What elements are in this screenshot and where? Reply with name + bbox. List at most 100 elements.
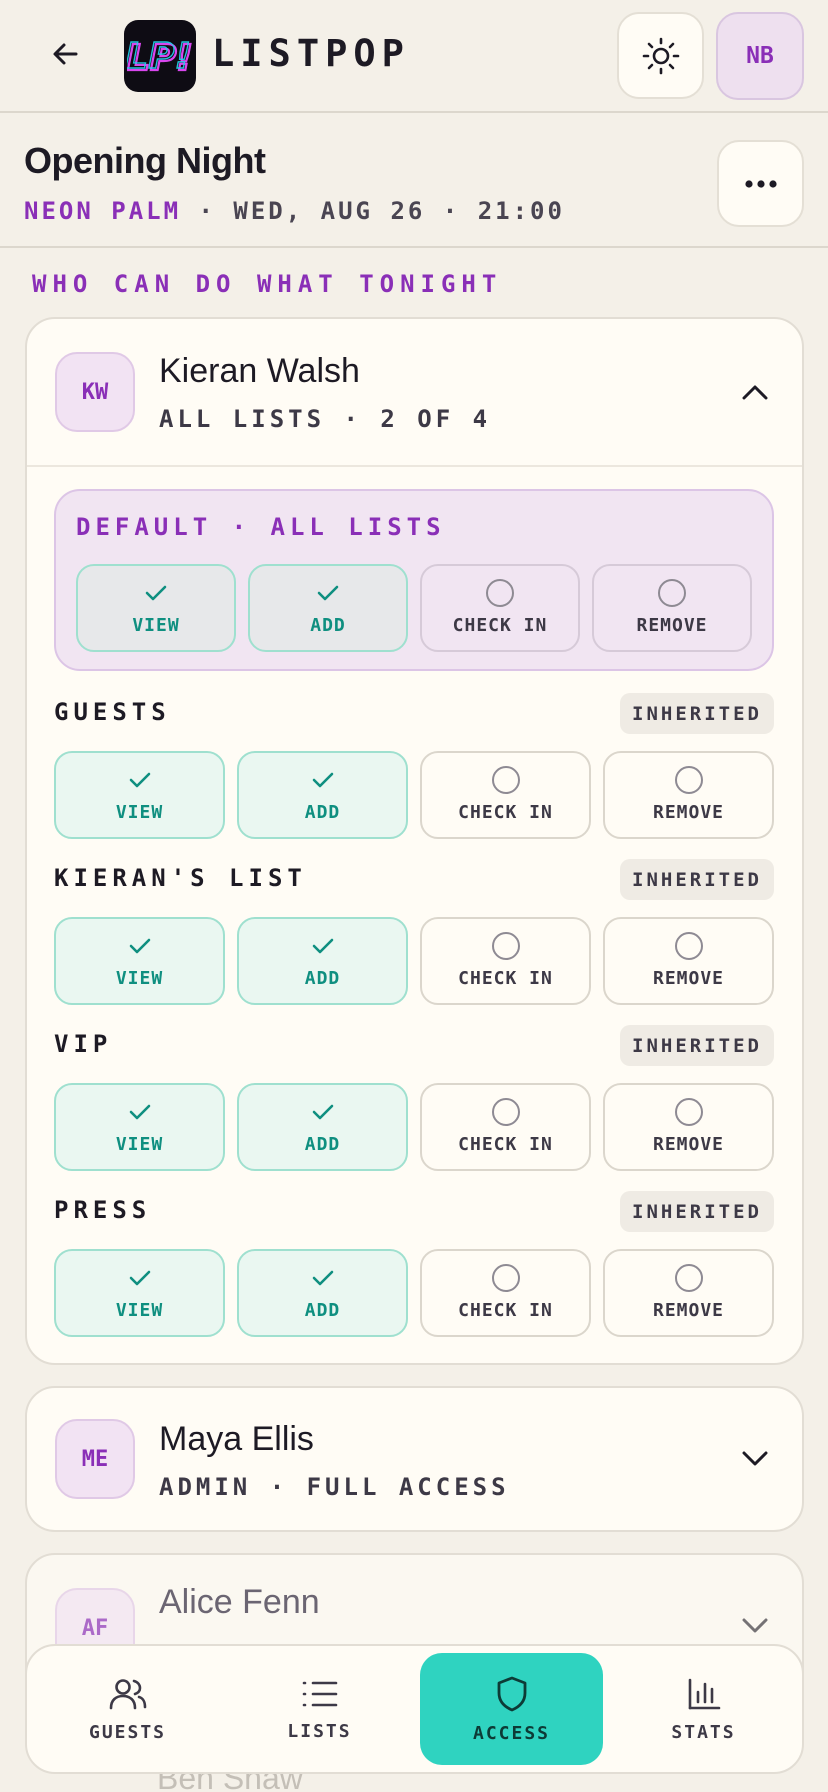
perm-toggle-add[interactable]: ADD [237, 1249, 408, 1337]
event-title: Opening Night [24, 140, 266, 181]
perm-toggle-remove[interactable]: REMOVE [603, 1249, 774, 1337]
perm-toggle-view[interactable]: VIEW [54, 1083, 225, 1171]
perm-toggle-view[interactable]: VIEW [76, 564, 236, 652]
perm-label: CHECK IN [458, 1134, 553, 1155]
perm-label: VIEW [115, 802, 164, 823]
users-icon [109, 1678, 146, 1709]
perm-label: VIEW [115, 1134, 164, 1155]
nav-stats[interactable]: STATS [612, 1653, 795, 1765]
shield-icon [497, 1676, 526, 1711]
check-icon [309, 932, 337, 960]
check-icon [126, 932, 154, 960]
perm-toggle-add[interactable]: ADD [248, 564, 408, 652]
back-button[interactable] [44, 32, 88, 76]
default-perm-row: VIEW ADD CHECK IN REMOVE [76, 564, 752, 652]
empty-circle-icon [491, 1264, 520, 1292]
perm-toggle-check-in[interactable]: CHECK IN [420, 751, 591, 839]
more-horizontal-icon [744, 179, 777, 188]
list-icon [302, 1681, 337, 1706]
status-badge: INHERITED [620, 1191, 774, 1232]
nav-access[interactable]: ACCESS [420, 1653, 603, 1765]
perm-label: ADD [304, 1300, 341, 1321]
check-icon [314, 579, 342, 607]
perm-row-kierans-list: VIEW ADD CHECK IN REMOVE [54, 917, 774, 1005]
bottom-nav: GUESTS LISTS ACCESS STATS [25, 1644, 804, 1774]
section-heading: WHO CAN DO WHAT TONIGHT [32, 270, 503, 298]
list-label-kierans-list: KIERAN'S LIST [54, 864, 307, 892]
nav-guests[interactable]: GUESTS [36, 1653, 219, 1765]
perm-row-guests: VIEW ADD CHECK IN REMOVE [54, 751, 774, 839]
perm-toggle-check-in[interactable]: CHECK IN [420, 1249, 591, 1337]
perm-toggle-check-in[interactable]: CHECK IN [420, 917, 591, 1005]
perm-toggle-view[interactable]: VIEW [54, 1249, 225, 1337]
perm-label: REMOVE [652, 1134, 725, 1155]
bar-chart-icon [688, 1678, 720, 1709]
top-bar: LP! LP! LISTPOP NB [0, 0, 828, 113]
member-subtitle: ALL LISTS · 2 OF 4 [159, 405, 492, 433]
perm-toggle-check-in[interactable]: CHECK IN [420, 1083, 591, 1171]
perm-row-press: VIEW ADD CHECK IN REMOVE [54, 1249, 774, 1337]
member-card-header[interactable]: ME Maya Ellis ADMIN · FULL ACCESS [27, 1388, 802, 1534]
perm-label: CHECK IN [458, 802, 553, 823]
empty-circle-icon [674, 766, 703, 794]
chevron-up-icon [742, 385, 768, 400]
avatar: ME [55, 1419, 135, 1499]
list-label-press: PRESS [54, 1196, 152, 1224]
theme-toggle-button[interactable] [617, 12, 704, 99]
perm-label: VIEW [132, 615, 180, 636]
status-badge: INHERITED [620, 859, 774, 900]
perm-toggle-add[interactable]: ADD [237, 751, 408, 839]
empty-circle-icon [658, 579, 686, 607]
perm-label: VIEW [115, 968, 164, 989]
nav-label: LISTS [287, 1720, 352, 1742]
member-subtitle: ADMIN · FULL ACCESS [159, 1473, 510, 1501]
arrow-left-icon [53, 43, 78, 65]
empty-circle-icon [674, 1264, 703, 1292]
check-icon [126, 1098, 154, 1126]
chevron-down-icon [742, 1451, 768, 1466]
perm-row-vip: VIEW ADD CHECK IN REMOVE [54, 1083, 774, 1171]
empty-circle-icon [674, 932, 703, 960]
perm-toggle-add[interactable]: ADD [237, 917, 408, 1005]
perm-label: CHECK IN [458, 968, 553, 989]
perm-toggle-check-in[interactable]: CHECK IN [420, 564, 580, 652]
expand-button[interactable] [738, 1442, 772, 1476]
check-icon [126, 1264, 154, 1292]
perm-toggle-view[interactable]: VIEW [54, 751, 225, 839]
check-icon [309, 1264, 337, 1292]
nav-label: GUESTS [88, 1721, 167, 1743]
default-label: DEFAULT · ALL LISTS [76, 513, 446, 541]
perm-toggle-remove[interactable]: REMOVE [603, 1083, 774, 1171]
perm-label: REMOVE [652, 802, 725, 823]
member-card-kieran: KW Kieran Walsh ALL LISTS · 2 OF 4 DEFAU… [25, 317, 804, 1365]
avatar: KW [55, 352, 135, 432]
more-options-button[interactable] [717, 140, 804, 227]
divider [27, 465, 802, 467]
perm-label: ADD [310, 615, 346, 636]
perm-toggle-remove[interactable]: REMOVE [592, 564, 752, 652]
perm-label: REMOVE [652, 968, 725, 989]
list-label-guests: GUESTS [54, 698, 171, 726]
member-card-maya[interactable]: ME Maya Ellis ADMIN · FULL ACCESS [25, 1386, 804, 1532]
empty-circle-icon [486, 579, 514, 607]
perm-toggle-remove[interactable]: REMOVE [603, 917, 774, 1005]
nav-lists[interactable]: LISTS [228, 1653, 411, 1765]
member-card-header[interactable]: KW Kieran Walsh ALL LISTS · 2 OF 4 [27, 319, 802, 465]
expand-button[interactable] [738, 1609, 772, 1643]
svg-text:LP!: LP! [127, 36, 191, 77]
empty-circle-icon [674, 1098, 703, 1126]
perm-label: VIEW [115, 1300, 164, 1321]
status-badge: INHERITED [620, 693, 774, 734]
perm-label: REMOVE [636, 615, 708, 636]
perm-toggle-add[interactable]: ADD [237, 1083, 408, 1171]
perm-toggle-view[interactable]: VIEW [54, 917, 225, 1005]
user-avatar-button[interactable]: NB [716, 12, 804, 100]
empty-circle-icon [491, 1098, 520, 1126]
nav-label: STATS [671, 1721, 736, 1743]
event-datetime: · WED, AUG 26 · 21:00 [198, 197, 565, 225]
perm-toggle-remove[interactable]: REMOVE [603, 751, 774, 839]
collapse-button[interactable] [738, 375, 772, 409]
perm-label: ADD [304, 1134, 341, 1155]
app-logo: LP! LP! [124, 20, 196, 92]
neon-logo-icon: LP! LP! [127, 35, 193, 80]
